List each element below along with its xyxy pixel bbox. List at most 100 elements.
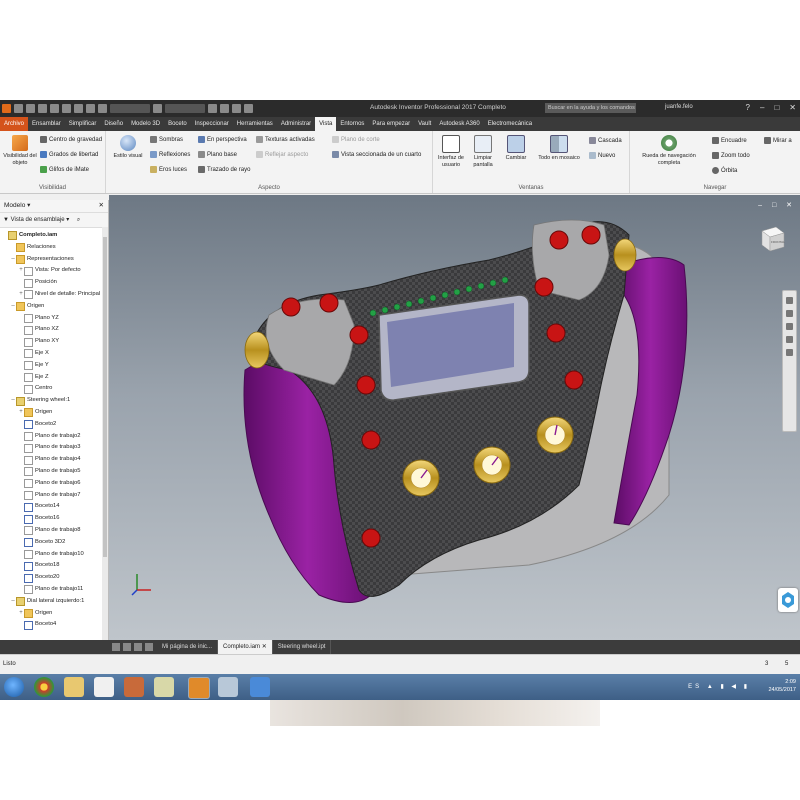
tree-node[interactable]: Plano de trabajo11	[0, 584, 108, 596]
tree-node[interactable]: Centro	[0, 383, 108, 395]
tree-node[interactable]: Posición	[0, 277, 108, 289]
tab-herramientas[interactable]: Herramientas	[233, 117, 277, 131]
app-icon[interactable]	[124, 677, 144, 697]
tab-administrar[interactable]: Administrar	[277, 117, 315, 131]
help-icon[interactable]: ?	[746, 103, 750, 112]
reflections-button[interactable]: Reflexiones	[150, 151, 190, 158]
tree-node[interactable]: Plano de trabajo5	[0, 466, 108, 478]
system-tray-icons[interactable]: ES ▲ ▮ ◀ ▮	[688, 683, 750, 690]
binoculars-icon[interactable]: ⌕	[77, 217, 80, 223]
user-interface-button[interactable]: Interfaz de usuario	[435, 135, 467, 169]
tree-node[interactable]: Boceto4	[0, 619, 108, 631]
tree-node[interactable]: Eje X	[0, 348, 108, 360]
browser-title[interactable]: Modelo	[4, 202, 25, 209]
browser-close-icon[interactable]: ✕	[99, 200, 104, 212]
tree-node[interactable]: + Origen	[0, 608, 108, 620]
save-icon[interactable]	[38, 104, 47, 113]
inventor-logo-icon[interactable]	[2, 104, 11, 113]
start-button[interactable]	[4, 677, 24, 697]
lights-button[interactable]: Eros luces	[150, 166, 187, 173]
minimize-button[interactable]: –	[760, 103, 764, 112]
redo-icon[interactable]	[62, 104, 71, 113]
tree-node[interactable]: Boceto14	[0, 501, 108, 513]
appearance-icon[interactable]	[153, 104, 162, 113]
clean-screen-button[interactable]: Limpiar pantalla	[469, 135, 497, 169]
perspective-button[interactable]: En perspectiva	[198, 136, 247, 143]
new-window-button[interactable]: Nuevo	[589, 152, 615, 159]
orbit-button[interactable]: Órbita	[712, 167, 737, 174]
tab-archivo[interactable]: Archivo	[0, 117, 29, 131]
maximize-button[interactable]: □	[774, 103, 779, 112]
parameters-icon[interactable]	[232, 104, 241, 113]
adjust-icon[interactable]	[208, 104, 217, 113]
section-plane-button[interactable]: Plano de corte	[332, 136, 380, 143]
tab-modelo-3d[interactable]: Modelo 3D	[127, 117, 164, 131]
user-account[interactable]: juanfe.felo	[665, 104, 693, 110]
doc-tab-home[interactable]: Mi página de inic...	[157, 640, 219, 654]
doc-tab-completo[interactable]: Completo.iam ✕	[218, 640, 273, 654]
textures-on-button[interactable]: Texturas activadas	[256, 136, 315, 143]
close-button[interactable]: ✕	[789, 103, 796, 112]
system-clock[interactable]: 2:09 24/05/2017	[768, 678, 796, 694]
explorer-icon[interactable]	[64, 677, 84, 697]
home-icon[interactable]	[74, 104, 83, 113]
appearance-dropdown[interactable]	[165, 104, 205, 113]
browser-scrollbar[interactable]	[102, 227, 108, 640]
tab-diseno[interactable]: Diseño	[100, 117, 127, 131]
language-indicator[interactable]: ES	[688, 684, 702, 690]
pan-button[interactable]: Encuadre	[712, 137, 747, 144]
doc-tab-close-icon[interactable]: ✕	[262, 644, 267, 650]
tree-node[interactable]: Plano de trabajo8	[0, 525, 108, 537]
update-icon[interactable]	[86, 104, 95, 113]
tab-entornos[interactable]: Entornos	[336, 117, 368, 131]
tree-node[interactable]: Plano XZ	[0, 324, 108, 336]
tree-node[interactable]: Plano de trabajo7	[0, 490, 108, 502]
imate-glyphs-button[interactable]: Glifos de iMate	[40, 166, 89, 173]
tree-node[interactable]: Boceto18	[0, 560, 108, 572]
tree-node[interactable]: Plano de trabajo2	[0, 431, 108, 443]
steering-wheel-model[interactable]	[109, 195, 800, 640]
tree-node[interactable]: Boceto2	[0, 419, 108, 431]
tree-node[interactable]: + Nivel de detalle: Principal	[0, 289, 108, 301]
inventor-taskbar-icon[interactable]	[188, 677, 210, 699]
tree-node[interactable]: Boceto 3D2	[0, 537, 108, 549]
tree-node[interactable]: + Origen	[0, 407, 108, 419]
tree-node[interactable]: Eje Z	[0, 372, 108, 384]
tab-ensamblar[interactable]: Ensamblar	[28, 117, 65, 131]
tree-node[interactable]: Boceto16	[0, 513, 108, 525]
tree-node[interactable]: Plano de trabajo10	[0, 549, 108, 561]
quarter-section-button[interactable]: Vista seccionada de un cuarto	[332, 151, 421, 158]
tree-node[interactable]: Boceto20	[0, 572, 108, 584]
tab-electromecanica[interactable]: Electromecánica	[484, 117, 536, 131]
object-visibility-button[interactable]: Visibilidad del objeto	[3, 135, 37, 167]
open-icon[interactable]	[26, 104, 35, 113]
material-dropdown[interactable]	[110, 104, 150, 113]
tree-node[interactable]: – Representaciones	[0, 254, 108, 266]
cascade-button[interactable]: Cascada	[589, 137, 622, 144]
tab-a360[interactable]: Autodesk A360	[435, 117, 483, 131]
ray-tracing-button[interactable]: Trazado de rayo	[198, 166, 250, 173]
tile-all-button[interactable]: Todo en mosaico	[533, 135, 585, 162]
graphics-viewport[interactable]: – □ ✕ FRONTAL	[109, 195, 800, 640]
tile-tabs-icon[interactable]	[123, 643, 131, 651]
help-search-input[interactable]: Buscar en la ayuda y los comandos	[545, 103, 636, 113]
tree-node[interactable]: – Steering wheel:1	[0, 395, 108, 407]
tab-para-empezar[interactable]: Para empezar	[368, 117, 414, 131]
clear-icon[interactable]	[220, 104, 229, 113]
switch-button[interactable]: Cambiar	[501, 135, 531, 162]
assembly-view-dropdown[interactable]: Vista de ensamblaje	[11, 217, 65, 223]
tab-vista[interactable]: Vista	[315, 117, 337, 131]
shadows-button[interactable]: Sombras	[150, 136, 183, 143]
ground-plane-button[interactable]: Plano base	[198, 151, 237, 158]
tree-node[interactable]: + Vista: Por defecto	[0, 265, 108, 277]
paint-icon[interactable]	[218, 677, 238, 697]
communication-center-icon[interactable]	[778, 588, 798, 612]
folder-app-icon[interactable]	[154, 677, 174, 697]
measure-icon[interactable]	[244, 104, 253, 113]
filter-icon[interactable]: ▼	[3, 217, 9, 223]
chrome-icon[interactable]	[34, 677, 54, 697]
media-player-icon[interactable]	[94, 677, 114, 697]
zoom-all-button[interactable]: Zoom todo	[712, 152, 750, 159]
reflect-appearance-button[interactable]: Reflejar aspecto	[256, 151, 308, 158]
tree-node[interactable]: Eje Y	[0, 360, 108, 372]
